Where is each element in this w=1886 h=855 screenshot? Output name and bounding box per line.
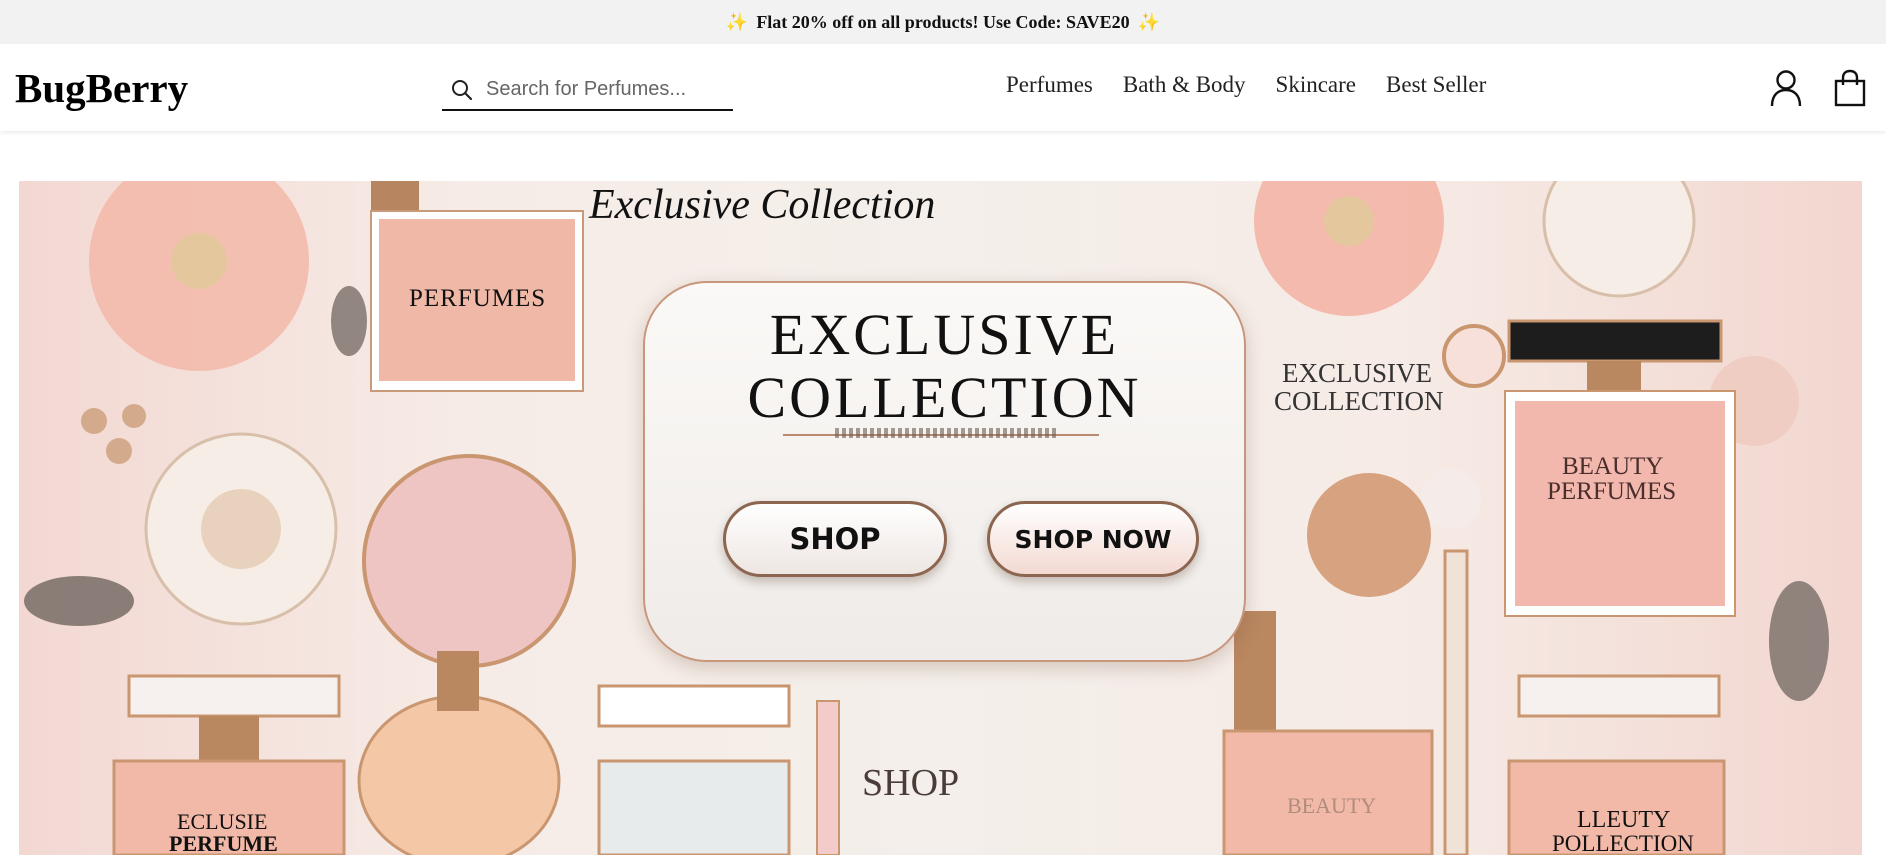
bottom-label: PERFUME — [169, 831, 278, 855]
header-icons — [1768, 68, 1868, 108]
nav-perfumes[interactable]: Perfumes — [1006, 72, 1093, 98]
compact-decoration — [362, 454, 576, 668]
hero-banner[interactable]: Exclusive Collection PERFUMES EXCLUSIVE … — [19, 181, 1862, 855]
bottle-label: PERFUMES — [409, 285, 547, 312]
bottom-label: POLLECTION — [1552, 831, 1694, 855]
nav-bath-body[interactable]: Bath & Body — [1123, 72, 1246, 98]
search-bar[interactable] — [442, 70, 733, 111]
bottom-label: LLEUTY — [1577, 807, 1671, 833]
promo-bar: ✨ Flat 20% off on all products! Use Code… — [0, 0, 1886, 44]
side-label: EXCLUSIVE — [1282, 358, 1432, 388]
shop-now-button[interactable]: SHOP NOW — [987, 501, 1199, 577]
nav-best-seller[interactable]: Best Seller — [1386, 72, 1486, 98]
shop-button[interactable]: SHOP — [723, 501, 947, 577]
sparkle-icon: ✨ — [725, 11, 749, 33]
bottle-label: PERFUMES — [1547, 478, 1677, 505]
site-header: BugBerry Perfumes Bath & Body Skincare B… — [0, 44, 1886, 131]
bottle-label: BEAUTY — [1562, 453, 1664, 480]
flower-decoration — [24, 181, 367, 626]
promo-text: Flat 20% off on all products! Use Code: … — [756, 11, 1130, 32]
bottom-label: SHOP — [862, 762, 960, 804]
shopping-bag-icon[interactable] — [1832, 68, 1868, 108]
site-logo[interactable]: BugBerry — [15, 64, 188, 112]
search-input[interactable] — [478, 72, 718, 107]
user-icon[interactable] — [1768, 68, 1804, 108]
divider-pattern — [835, 428, 1057, 438]
bottom-label: BEAUTY — [1287, 793, 1377, 818]
sparkle-icon: ✨ — [1137, 11, 1161, 33]
hero-title: EXCLUSIVE COLLECTION — [645, 303, 1244, 429]
main-nav: Perfumes Bath & Body Skincare Best Selle… — [1006, 72, 1486, 98]
nav-skincare[interactable]: Skincare — [1276, 72, 1356, 98]
lip-pencil-decoration — [1443, 549, 1469, 855]
script-heading: Exclusive Collection — [589, 182, 936, 228]
search-icon[interactable] — [446, 74, 478, 106]
hero-card: EXCLUSIVE COLLECTION SHOP SHOP NOW — [643, 281, 1246, 662]
side-label: COLLECTION — [1274, 386, 1444, 416]
hero-title-line-1: EXCLUSIVE — [769, 302, 1120, 367]
hero-title-line-2: COLLECTION — [747, 365, 1142, 430]
